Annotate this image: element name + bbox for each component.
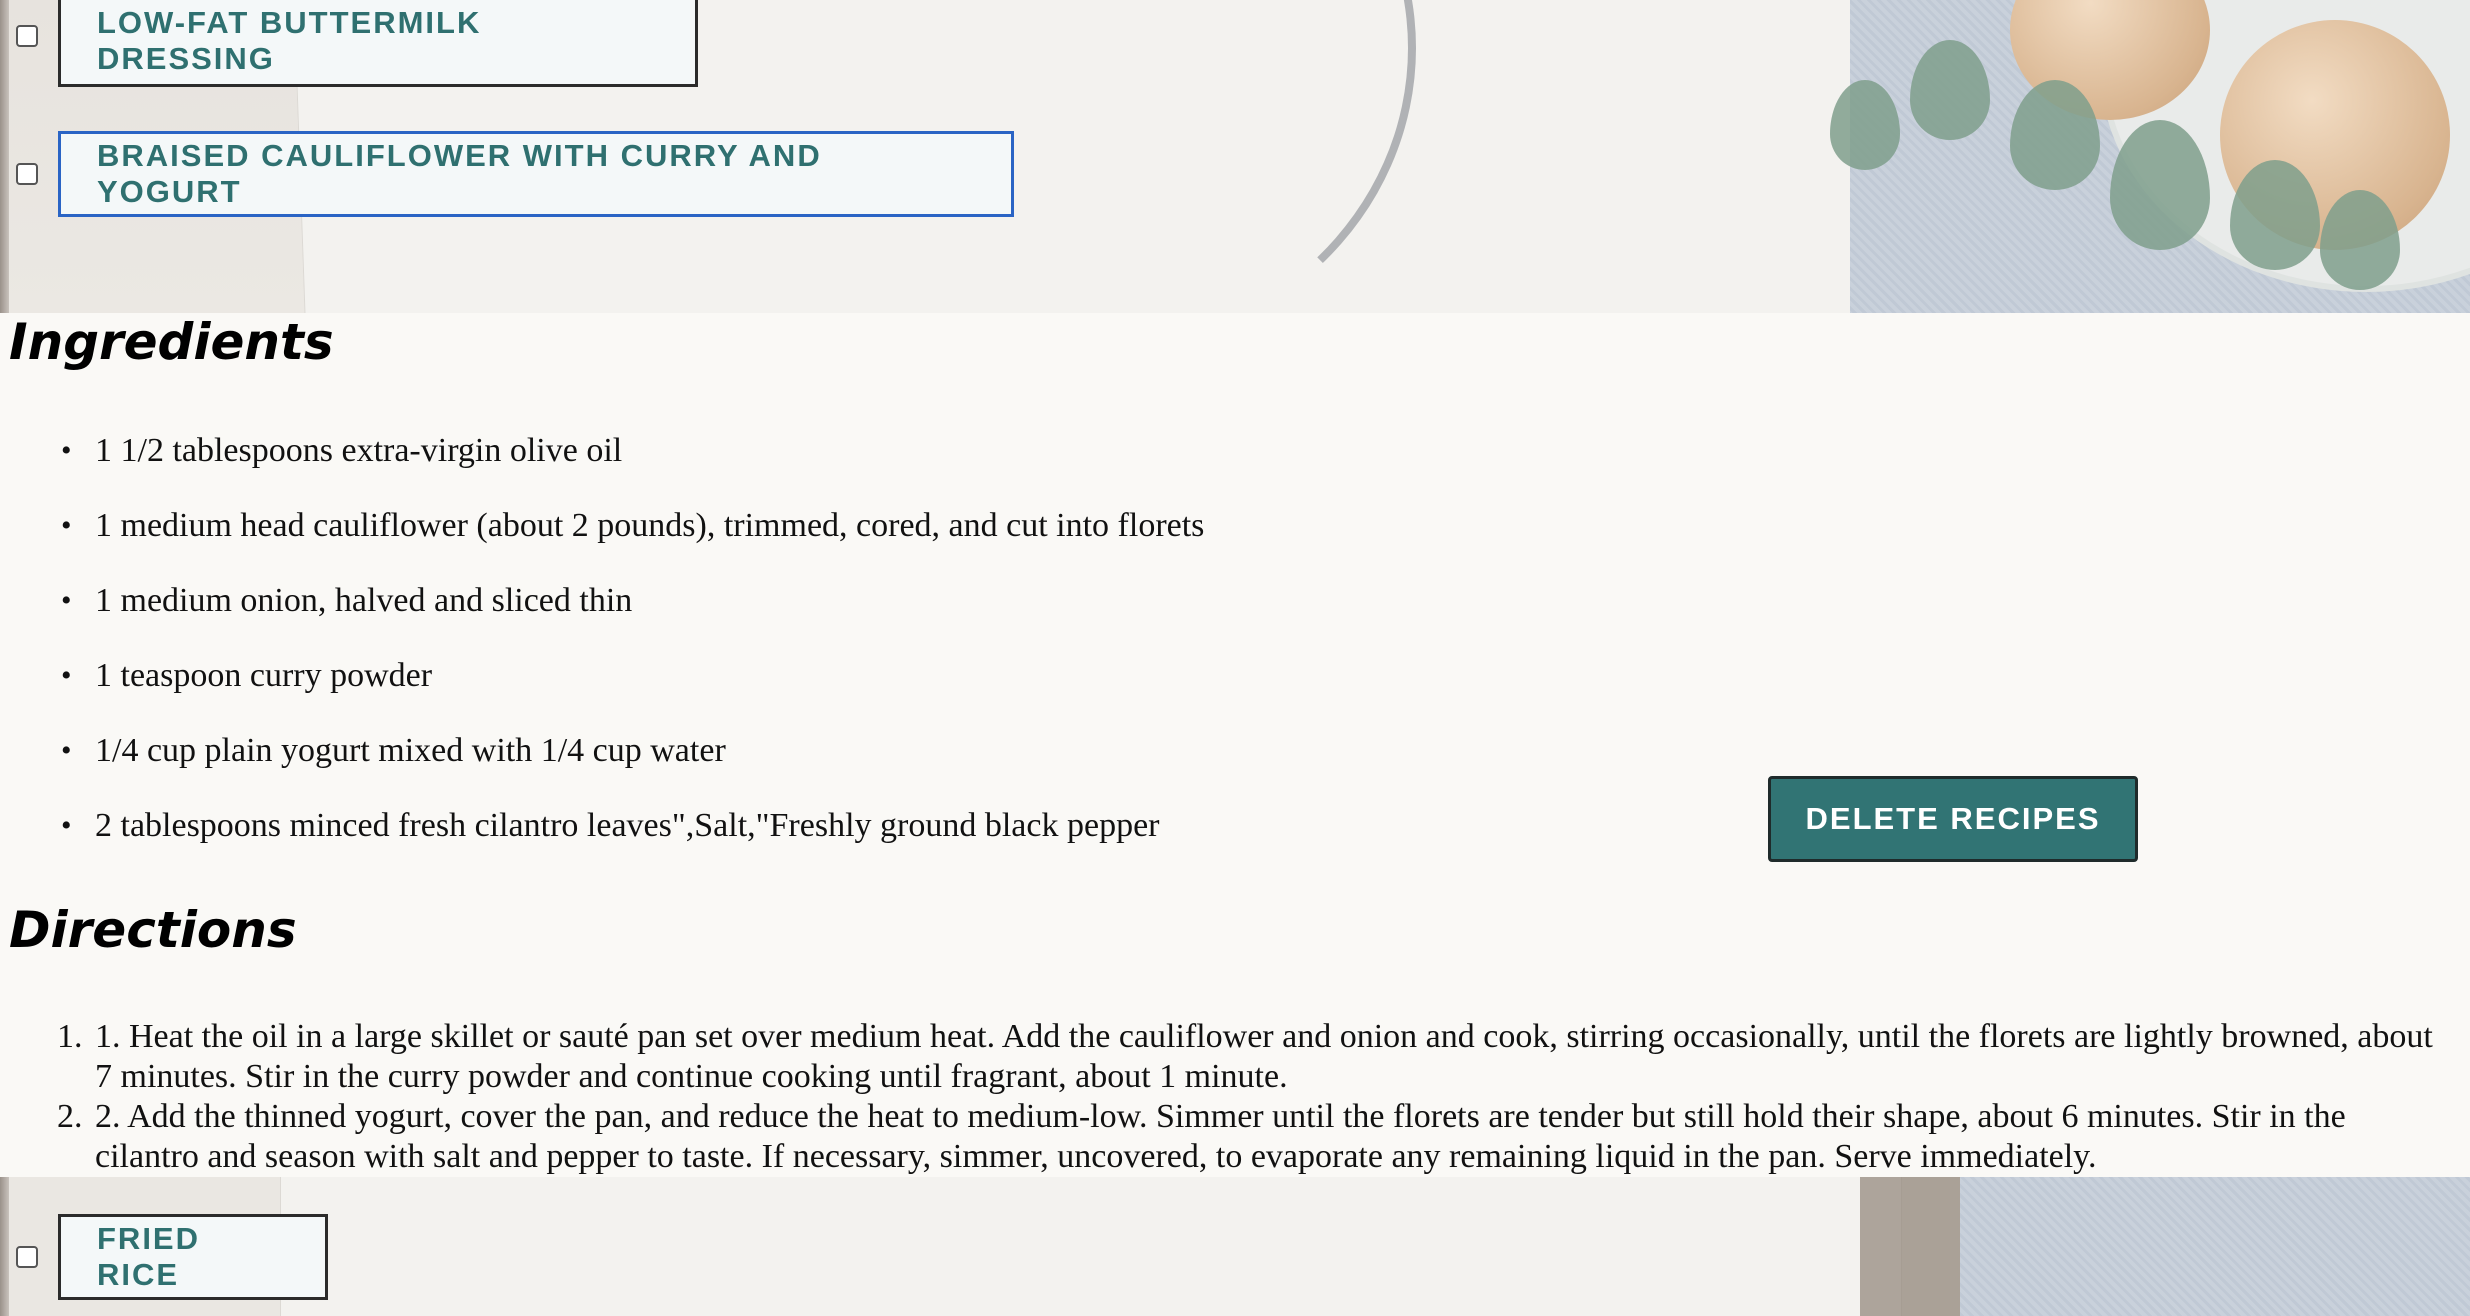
ingredient-item: • 1 medium head cauliflower (about 2 poun…	[61, 507, 1205, 544]
ingredient-item: • 1 1/2 tablespoons extra-virgin olive oi…	[61, 432, 623, 469]
recipe-button-low-fat-buttermilk-dressing[interactable]: LOW-FAT BUTTERMILK DRESSING	[58, 0, 698, 87]
background-notebook	[280, 1177, 1902, 1316]
directions-list: 1. 1. Heat the oil in a large skillet or …	[57, 1017, 2435, 1177]
ingredient-item: • 1 teaspoon curry powder	[61, 657, 433, 694]
recipe-button-braised-cauliflower[interactable]: BRAISED CAULIFLOWER WITH CURRY AND YOGUR…	[58, 131, 1014, 217]
direction-step: 1. 1. Heat the oil in a large skillet or …	[57, 1018, 2433, 1095]
recipe-button-fried-rice[interactable]: FRIED RICE	[58, 1214, 328, 1300]
recipe-row: BRAISED CAULIFLOWER WITH CURRY AND YOGUR…	[0, 131, 1014, 217]
ingredient-item: • 1/4 cup plain yogurt mixed with 1/4 cup…	[61, 732, 726, 769]
ingredients-heading: Ingredients	[9, 313, 334, 371]
recipe-checkbox[interactable]	[16, 163, 38, 185]
delete-recipes-button[interactable]: DELETE RECIPES	[1768, 776, 2138, 862]
ingredient-item: • 1 medium onion, halved and sliced thin	[61, 582, 633, 619]
recipe-detail-panel: Ingredients • 1 1/2 tablespoons extra-vir…	[0, 313, 2470, 1177]
direction-step: 2. 2. Add the thinned yogurt, cover the p…	[57, 1098, 2346, 1175]
directions-heading: Directions	[9, 901, 297, 959]
ingredient-item: • 2 tablespoons minced fresh cilantro lea…	[61, 807, 1160, 844]
ingredients-list: • 1 1/2 tablespoons extra-virgin olive oi…	[0, 413, 1204, 863]
recipe-row: FRIED RICE	[0, 1214, 328, 1300]
background-cloth	[1960, 1177, 2470, 1316]
background-image-bottom	[0, 1177, 2470, 1316]
recipe-checkbox[interactable]	[16, 25, 38, 47]
recipe-row: LOW-FAT BUTTERMILK DRESSING	[0, 0, 698, 87]
recipe-checkbox[interactable]	[16, 1246, 38, 1268]
